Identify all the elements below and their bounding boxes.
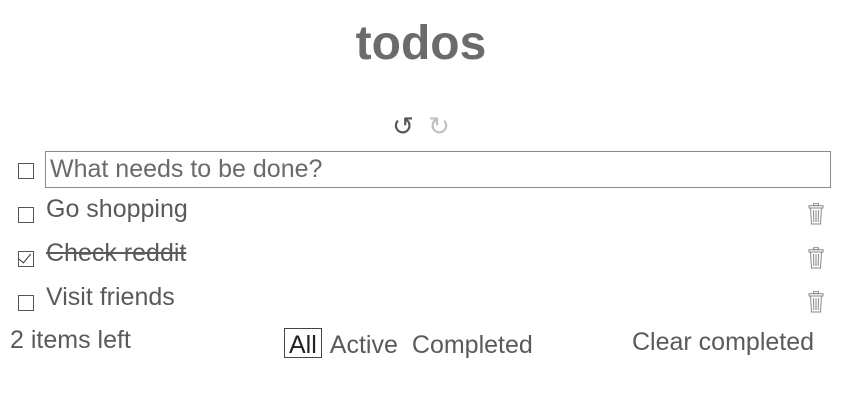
todo-label[interactable]: Check reddit xyxy=(46,239,186,268)
todo-app: todos ↺ ↻ Go shopping Check reddit xyxy=(0,0,854,403)
redo-icon[interactable]: ↻ xyxy=(426,110,452,142)
undo-redo-toolbar: ↺ ↻ xyxy=(390,110,452,142)
todo-label[interactable]: Go shopping xyxy=(46,195,188,224)
todo-label[interactable]: Visit friends xyxy=(46,283,175,312)
todo-footer: 2 items left All Active Completed Clear … xyxy=(0,322,854,366)
toggle-all-checkbox[interactable] xyxy=(18,163,34,179)
clear-completed-button[interactable]: Clear completed xyxy=(632,328,814,357)
app-title: todos xyxy=(355,17,487,70)
todo-checkbox[interactable] xyxy=(18,207,34,223)
todo-item: Visit friends xyxy=(18,283,834,321)
todo-item: Check reddit xyxy=(18,239,834,277)
filter-group: All Active Completed xyxy=(284,328,543,359)
trash-icon[interactable] xyxy=(808,247,824,269)
new-todo-row xyxy=(18,151,834,189)
items-left-count: 2 items left xyxy=(10,326,131,354)
new-todo-input[interactable] xyxy=(45,151,831,188)
filter-active[interactable]: Active xyxy=(326,328,402,359)
todo-checkbox-checked[interactable] xyxy=(18,251,34,267)
todo-checkbox[interactable] xyxy=(18,295,34,311)
undo-icon[interactable]: ↺ xyxy=(390,110,416,142)
trash-icon[interactable] xyxy=(808,291,824,313)
filter-completed[interactable]: Completed xyxy=(408,328,537,359)
filter-all[interactable]: All xyxy=(284,328,322,359)
trash-icon[interactable] xyxy=(808,203,824,225)
todo-item: Go shopping xyxy=(18,195,834,233)
